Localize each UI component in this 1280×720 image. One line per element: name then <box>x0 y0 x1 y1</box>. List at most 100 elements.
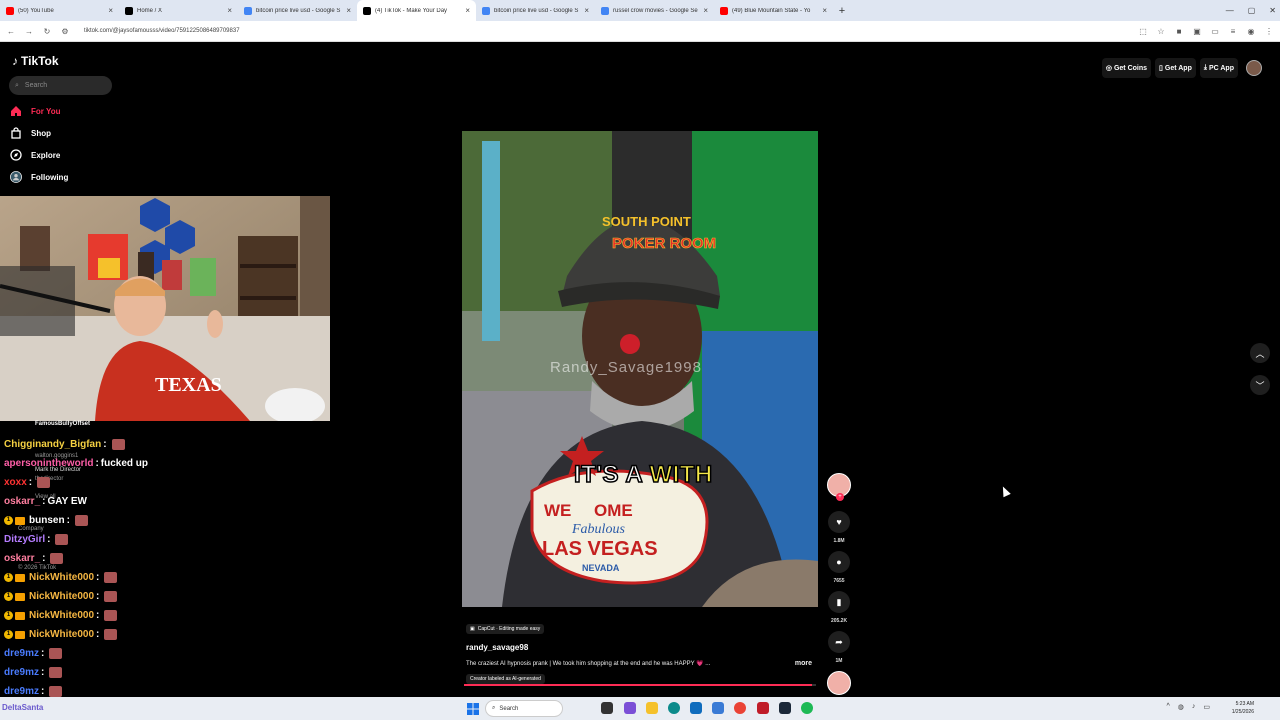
browser-tab[interactable]: bitcoin price live usd - Google S × <box>238 0 357 21</box>
tab-title: bitcoin price live usd - Google S <box>256 7 341 14</box>
sound-avatar[interactable] <box>827 671 851 695</box>
tab-close-icon[interactable]: × <box>346 6 351 15</box>
chat-emote-icon <box>49 648 63 659</box>
chat-emote-icon <box>50 553 64 564</box>
network-icon[interactable]: ◍ <box>1178 703 1184 711</box>
svg-text:WE: WE <box>544 501 571 520</box>
chat-emote-icon <box>49 667 63 678</box>
svg-text:SOUTH POINT: SOUTH POINT <box>602 214 691 229</box>
extensions-puzzle-icon[interactable]: ▣ <box>1192 27 1202 36</box>
file-explorer-icon[interactable] <box>646 702 658 714</box>
edge-icon[interactable] <box>668 702 680 714</box>
get-coins-button[interactable]: ◎ Get Coins <box>1101 58 1152 78</box>
forward-icon[interactable]: → <box>24 27 34 36</box>
browser-tab[interactable]: Home / X × <box>119 0 238 21</box>
svg-text:TEXAS: TEXAS <box>155 374 222 396</box>
site-info-icon[interactable]: ⚙ <box>60 27 70 36</box>
reload-icon[interactable]: ↻ <box>42 27 52 36</box>
nav-item-following[interactable]: Following <box>10 171 68 183</box>
get-app-button[interactable]: ▯ Get App <box>1155 58 1196 78</box>
maximize-icon[interactable]: ▢ <box>1248 6 1256 15</box>
browser-tab[interactable]: (4) TikTok - Make Your Day × <box>357 0 476 21</box>
tab-favicon-icon <box>125 6 133 15</box>
tray-chevron-icon[interactable]: ^ <box>1166 703 1169 711</box>
action-rail: + ♥ 1.8M ● 7655 ▮ 205.2K ➦ 1M <box>826 473 852 695</box>
tab-close-icon[interactable]: × <box>703 6 708 15</box>
previous-video-button[interactable]: ︿ <box>1250 343 1270 363</box>
browser-tab[interactable]: russel crow movies - Google Se × <box>595 0 714 21</box>
comment-count: 7655 <box>833 578 845 584</box>
svg-text:NEVADA: NEVADA <box>582 563 620 573</box>
chat-emote-icon <box>55 534 69 545</box>
sub-badge-icon: 1 <box>4 611 13 620</box>
taskbar-search[interactable]: ⌕ Search <box>485 700 563 717</box>
menu-icon[interactable]: ⋮ <box>1264 27 1274 36</box>
author-name[interactable]: randy_savage98 <box>466 643 818 652</box>
video-watermark: Randy_Savage1998 <box>550 359 702 376</box>
pc-app-button[interactable]: ⤓ PC App <box>1199 58 1238 78</box>
task-view-icon[interactable] <box>601 702 613 714</box>
browser-tab[interactable]: (50) YouTube × <box>0 0 119 21</box>
creator-avatar[interactable]: + <box>827 473 851 501</box>
tab-close-icon[interactable]: × <box>465 6 470 15</box>
next-video-button[interactable]: ﹀ <box>1250 375 1270 395</box>
install-icon[interactable]: ⬚ <box>1138 27 1148 36</box>
back-icon[interactable]: ← <box>6 27 16 36</box>
video-progress-bar[interactable] <box>464 684 816 686</box>
tab-title: russel crow movies - Google Se <box>613 7 698 14</box>
minimize-icon[interactable]: — <box>1226 6 1234 15</box>
chat-separator: : <box>41 648 45 659</box>
chat-message: oskarr_ : GAY EW <box>4 492 334 511</box>
url-field[interactable]: tiktok.com/@jaysofamousss/video/75912250… <box>78 28 1130 34</box>
more-button[interactable]: more <box>795 660 812 667</box>
profile-icon[interactable]: ◉ <box>1246 27 1256 36</box>
save-button[interactable]: ▮ <box>828 591 850 613</box>
share-count: 1M <box>835 658 843 664</box>
new-tab-icon[interactable]: + <box>833 5 851 17</box>
chrome-icon[interactable] <box>734 702 746 714</box>
bookmark-star-icon[interactable]: ☆ <box>1156 27 1166 36</box>
taskbar-clock[interactable]: 5:23 AM 1/25/2026 <box>1232 700 1254 716</box>
tab-close-icon[interactable]: × <box>822 6 827 15</box>
profile-avatar[interactable] <box>1246 60 1262 76</box>
tab-favicon-icon <box>601 6 609 15</box>
browser-tab[interactable]: bitcoin price live usd - Google S × <box>476 0 595 21</box>
battery-icon[interactable]: ▭ <box>1203 703 1210 711</box>
chat-message: 1 NickWhite000 : <box>4 587 334 606</box>
close-window-icon[interactable]: ✕ <box>1269 6 1276 15</box>
search-input[interactable]: ⌕ Search <box>9 76 112 95</box>
nav-item-explore[interactable]: Explore <box>10 149 60 161</box>
comment-button[interactable]: ● <box>828 551 850 573</box>
tab-close-icon[interactable]: × <box>227 6 232 15</box>
chat-separator: : <box>95 458 99 469</box>
recording-app-icon[interactable] <box>757 702 769 714</box>
tab-close-icon[interactable]: × <box>108 6 113 15</box>
store-icon[interactable] <box>690 702 702 714</box>
browser-tab[interactable]: (49) Blue Mountain State - Yo × <box>714 0 833 21</box>
compass-icon <box>10 149 22 161</box>
chat-username: NickWhite000 <box>29 629 95 640</box>
share-button[interactable]: ➦ <box>828 631 850 653</box>
tiktok-logo[interactable]: ♪ TikTok <box>12 54 59 68</box>
media-icon[interactable]: ≡ <box>1228 27 1238 36</box>
capcut-tag[interactable]: ▣ CapCut · Editing made easy <box>466 624 545 634</box>
mail-icon[interactable] <box>712 702 724 714</box>
tab-favicon-icon <box>244 6 252 15</box>
nav-item-for-you[interactable]: For You <box>10 105 60 117</box>
chat-message: 1 NickWhite000 : <box>4 606 334 625</box>
chat-message: apersonintheworld : fucked up <box>4 454 334 473</box>
gift-badge-icon <box>15 573 25 582</box>
steam-icon[interactable] <box>779 702 791 714</box>
like-button[interactable]: ♥ <box>828 511 850 533</box>
windows-start-icon[interactable] <box>467 702 479 715</box>
sidebar-icon[interactable]: ▭ <box>1210 27 1220 36</box>
copilot-icon[interactable] <box>624 702 636 714</box>
following-user-name[interactable]: FamousBullyOffset <box>35 421 90 427</box>
follow-plus-icon[interactable]: + <box>836 493 844 501</box>
tab-close-icon[interactable]: × <box>584 6 589 15</box>
spotify-icon[interactable] <box>801 702 813 714</box>
chat-username: apersonintheworld <box>4 458 94 469</box>
extension-icon[interactable]: ■ <box>1174 27 1184 36</box>
nav-item-shop[interactable]: Shop <box>10 127 51 139</box>
volume-icon[interactable]: ♪ <box>1192 703 1196 711</box>
